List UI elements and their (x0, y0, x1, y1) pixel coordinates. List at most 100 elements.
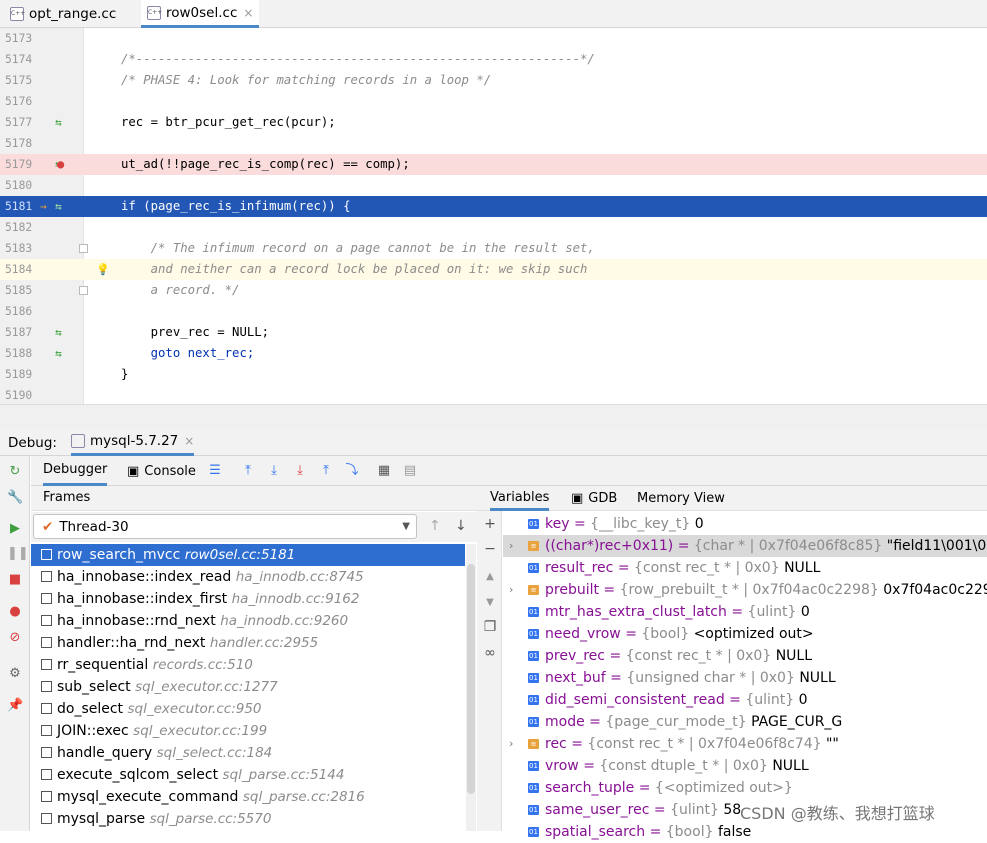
tab-gdb[interactable]: ▣ GDB (571, 486, 617, 511)
variable-row[interactable]: 01 mode = {page_cur_mode_t} PAGE_CUR_G (503, 711, 987, 733)
add-watch-icon[interactable]: + (482, 516, 498, 532)
code-line[interactable]: 5186 (0, 301, 987, 322)
code-text: if (page_rec_is_infimum(rec)) { (121, 199, 351, 213)
variable-row[interactable]: 01 key = {__libc_key_t} 0 (503, 513, 987, 535)
code-line[interactable]: 5182 (0, 217, 987, 238)
variable-row[interactable]: 01 next_buf = {unsigned char * | 0x0} NUL… (503, 667, 987, 689)
variable-row[interactable]: 01 prev_rec = {const rec_t * | 0x0} NULL (503, 645, 987, 667)
step-over-icon[interactable]: ⤓ (266, 463, 282, 479)
frame-icon (41, 725, 52, 736)
code-line[interactable]: 5175 /* PHASE 4: Look for matching record… (0, 70, 987, 91)
variable-value: 0 (800, 604, 810, 620)
menu-icon[interactable]: ☰ (207, 463, 223, 479)
move-up-icon[interactable]: ▲ (482, 569, 498, 585)
code-line[interactable]: 5187 ⇆ prev_rec = NULL; (0, 322, 987, 343)
scroll-thumb[interactable] (467, 564, 475, 794)
close-icon[interactable]: × (243, 6, 253, 20)
code-line[interactable]: 5176 (0, 91, 987, 112)
chevron-right-icon[interactable]: › (509, 733, 513, 755)
variable-value: PAGE_CUR_G (751, 714, 843, 730)
variable-row[interactable]: 01 spatial_search = {bool} false (503, 821, 987, 843)
code-line[interactable]: 5173 (0, 28, 987, 49)
variable-type-icon: 01 (528, 761, 539, 771)
close-icon[interactable]: × (184, 434, 194, 448)
variable-row[interactable]: 01 mtr_has_extra_clust_latch = {ulint} 0 (503, 601, 987, 623)
glasses-icon[interactable]: ∞ (482, 645, 498, 661)
code-line[interactable]: 5181 → ⇆ if (page_rec_is_infimum(rec)) { (0, 196, 987, 217)
stack-frame[interactable]: ha_innobase::index_first ha_innodb.cc:91… (31, 588, 465, 610)
step-out-icon[interactable]: ⤒ (318, 463, 334, 479)
settings-icon[interactable]: ⚙ (7, 666, 23, 682)
tab-memory-view[interactable]: Memory View (637, 486, 725, 511)
tab-opt-range[interactable]: C++ opt_range.cc (4, 0, 122, 28)
pause-icon[interactable]: ❚❚ (7, 546, 29, 562)
stack-frame[interactable]: row_search_mvcc row0sel.cc:5181 (31, 544, 465, 566)
variable-row[interactable]: › ≡ prebuilt = {row_prebuilt_t * | 0x7f04a… (503, 579, 987, 601)
remove-watch-icon[interactable]: − (482, 541, 498, 557)
stack-frame[interactable]: rr_sequential records.cc:510 (31, 654, 465, 676)
run-to-cursor-icon[interactable]: ⤵ (344, 463, 360, 479)
code-line[interactable]: 5177 ⇆ rec = btr_pcur_get_rec(pcur); (0, 112, 987, 133)
tab-row0sel[interactable]: C++ row0sel.cc × (141, 0, 260, 28)
pin-icon[interactable]: 📌 (7, 698, 23, 714)
wrench-icon[interactable]: 🔧 (7, 490, 23, 506)
variable-row[interactable]: › ≡ ((char*)rec+0x11) = {char * | 0x7f04e0… (503, 535, 987, 557)
tab-debugger[interactable]: Debugger (43, 456, 108, 486)
tab-console[interactable]: ▣ Console (127, 456, 196, 486)
stack-frame[interactable]: handler::ha_rnd_next handler.cc:2955 (31, 632, 465, 654)
code-editor[interactable]: 5173 5174 /*------------------------------… (0, 28, 987, 404)
stack-frame[interactable]: mysql_execute_command sql_parse.cc:2816 (31, 786, 465, 808)
resume-icon[interactable]: ▶ (7, 521, 23, 537)
rerun-icon[interactable]: ↻ (7, 464, 23, 480)
move-down-icon[interactable]: ▼ (482, 595, 498, 611)
fold-icon[interactable] (79, 286, 88, 295)
variable-row[interactable]: 01 need_vrow = {bool} <optimized out> (503, 623, 987, 645)
code-line[interactable]: 5188 ⇆ goto next_rec; (0, 343, 987, 364)
stop-icon[interactable]: ■ (7, 572, 23, 588)
stack-frame[interactable]: execute_sqlcom_select sql_parse.cc:5144 (31, 764, 465, 786)
breakpoint-icon[interactable]: ● (57, 154, 64, 175)
stack-frame[interactable]: handle_query sql_select.cc:184 (31, 742, 465, 764)
code-line[interactable]: 5190 (0, 385, 987, 406)
debug-session-tab[interactable]: mysql-5.7.27 × (70, 430, 195, 456)
line-number: 5178 (5, 137, 33, 150)
frame-down-icon[interactable]: ↓ (455, 518, 467, 534)
frame-location: sql_parse.cc:5144 (222, 767, 345, 783)
variable-row[interactable]: 01 search_tuple = {<optimized out>} (503, 777, 987, 799)
code-line[interactable]: 5180 (0, 175, 987, 196)
thread-select[interactable]: ✔ Thread-30 ▼ (33, 514, 417, 539)
mute-breakpoints-icon[interactable]: ⊘ (7, 630, 23, 646)
frames-scrollbar[interactable] (466, 544, 476, 831)
fold-icon[interactable] (79, 244, 88, 253)
stack-frame[interactable]: ha_innobase::index_read ha_innodb.cc:874… (31, 566, 465, 588)
breakpoints-icon[interactable]: ● (7, 604, 23, 620)
evaluate-icon[interactable]: ▦ (376, 463, 392, 479)
code-line[interactable]: 5184 💡 and neither can a record lock be p… (0, 259, 987, 280)
code-line[interactable]: 5179 ⇆ ● ut_ad(!!page_rec_is_comp(rec) == c… (0, 154, 987, 175)
layout-icon[interactable]: ▤ (402, 463, 418, 479)
variable-row[interactable]: › ≡ rec = {const rec_t * | 0x7f04e06f8c74}… (503, 733, 987, 755)
frame-up-icon[interactable]: ↑ (429, 518, 441, 534)
stack-frame[interactable]: mysql_parse sql_parse.cc:5570 (31, 808, 465, 830)
step-into-icon[interactable]: ⤓ (292, 463, 308, 479)
code-line[interactable]: 5174 /*----------------------------------… (0, 49, 987, 70)
show-execution-point-icon[interactable]: ⤒ (240, 463, 256, 479)
code-line[interactable]: 5178 (0, 133, 987, 154)
stack-frame[interactable]: do_select sql_executor.cc:950 (31, 698, 465, 720)
tab-variables[interactable]: Variables (490, 486, 550, 511)
stack-frame[interactable]: sub_select sql_executor.cc:1277 (31, 676, 465, 698)
variable-row[interactable]: 01 result_rec = {const rec_t * | 0x0} NUL… (503, 557, 987, 579)
code-line[interactable]: 5189} (0, 364, 987, 385)
variable-name: did_semi_consistent_read (545, 692, 725, 708)
chevron-right-icon[interactable]: › (509, 535, 513, 557)
code-line[interactable]: 5183 /* The infimum record on a page can… (0, 238, 987, 259)
lightbulb-icon[interactable]: 💡 (96, 259, 110, 280)
code-line[interactable]: 5185 a record. */ (0, 280, 987, 301)
chevron-right-icon[interactable]: › (509, 579, 513, 601)
variable-type: {char * | 0x7f04e06f8c85} (693, 538, 883, 554)
stack-frame[interactable]: ha_innobase::rnd_next ha_innodb.cc:9260 (31, 610, 465, 632)
variable-row[interactable]: 01 vrow = {const dtuple_t * | 0x0} NULL (503, 755, 987, 777)
stack-frame[interactable]: JOIN::exec sql_executor.cc:199 (31, 720, 465, 742)
variable-row[interactable]: 01 did_semi_consistent_read = {ulint} 0 (503, 689, 987, 711)
copy-icon[interactable]: ❐ (482, 619, 498, 635)
